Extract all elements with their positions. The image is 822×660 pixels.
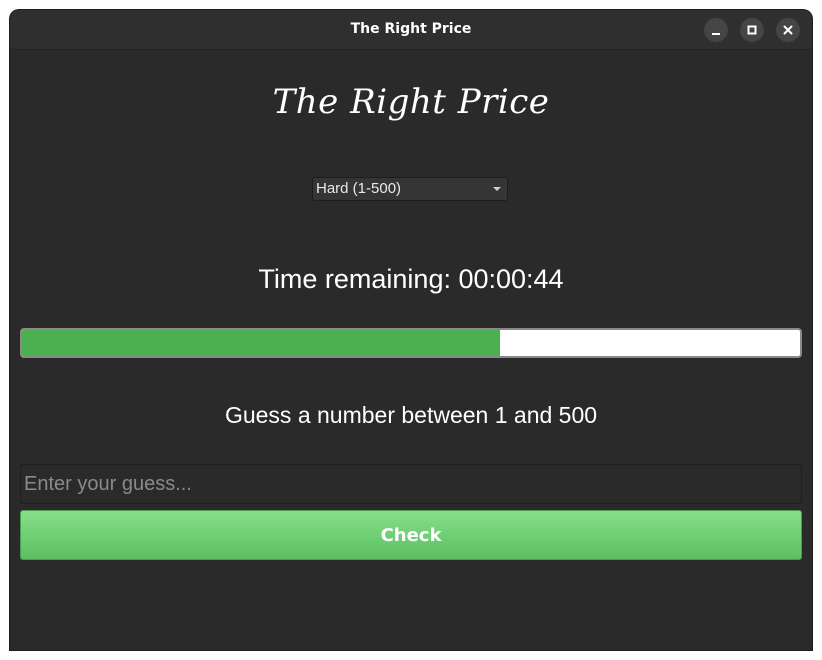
difficulty-select[interactable]: Hard (1-500) <box>312 177 508 201</box>
title-bar[interactable]: The Right Price <box>10 10 812 50</box>
difficulty-selected-value: Hard (1-500) <box>316 180 402 197</box>
time-remaining-label: Time remaining: 00:00:44 <box>258 264 564 294</box>
guess-input[interactable] <box>20 464 802 504</box>
minimize-icon <box>712 33 720 35</box>
close-button[interactable] <box>776 18 800 42</box>
window-title: The Right Price <box>350 21 472 37</box>
maximize-icon <box>747 25 757 35</box>
app-window: The Right Price The Right Price Hard (1-… <box>10 10 812 650</box>
close-icon <box>783 25 793 35</box>
minimize-button[interactable] <box>704 18 728 42</box>
check-button[interactable]: Check <box>20 510 802 560</box>
chevron-down-icon <box>493 187 501 191</box>
maximize-button[interactable] <box>740 18 764 42</box>
main-content: The Right Price Hard (1-500) Time remain… <box>10 50 812 650</box>
time-progress-fill <box>22 330 501 356</box>
time-progress-bar <box>20 328 802 358</box>
app-heading: The Right Price <box>272 82 550 122</box>
guess-prompt: Guess a number between 1 and 500 <box>224 402 598 428</box>
